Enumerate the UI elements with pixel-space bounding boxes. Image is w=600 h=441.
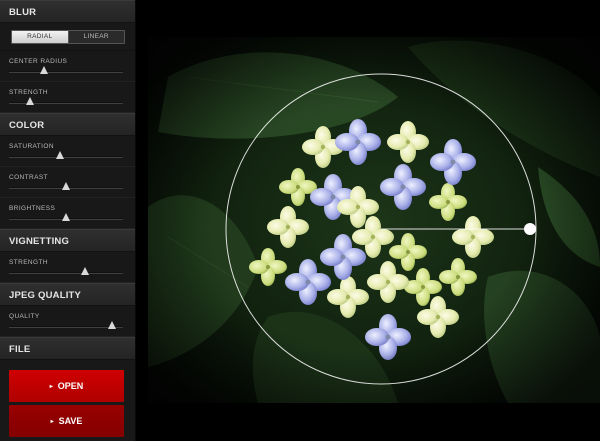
- save-arrow-icon: ▸: [50, 419, 54, 425]
- file-section-title: FILE: [0, 337, 135, 360]
- jpeg-quality-section: QUALITY: [0, 306, 135, 337]
- blur-mode-toggle[interactable]: RADIAL LINEAR: [11, 30, 125, 44]
- blur-strength-slider[interactable]: [9, 97, 123, 105]
- vignetting-strength-label: STRENGTH: [9, 259, 48, 266]
- quality-slider[interactable]: [9, 321, 123, 329]
- open-arrow-icon: ▸: [49, 384, 53, 390]
- saturation-control: SATURATION: [0, 136, 135, 167]
- blur-radius-handle-icon: [524, 223, 536, 235]
- image-canvas: [137, 0, 600, 441]
- file-section: ▸ OPEN ▸ SAVE: [0, 360, 135, 441]
- photo-preview[interactable]: [148, 37, 600, 403]
- jpeg-quality-section-title: JPEG QUALITY: [0, 283, 135, 306]
- vignetting-strength-slider-thumb[interactable]: [81, 267, 90, 275]
- save-button[interactable]: ▸ SAVE: [9, 405, 124, 437]
- saturation-slider[interactable]: [9, 151, 123, 159]
- blur-strength-slider-thumb[interactable]: [25, 97, 34, 105]
- brightness-slider-thumb[interactable]: [62, 213, 70, 221]
- open-button[interactable]: ▸ OPEN: [9, 370, 124, 402]
- center-radius-slider-thumb[interactable]: [40, 66, 49, 74]
- vignetting-section-title: VIGNETTING: [0, 229, 135, 252]
- saturation-slider-thumb[interactable]: [56, 151, 65, 159]
- hydrangea-photo-image: [148, 37, 600, 403]
- contrast-label: CONTRAST: [9, 174, 48, 181]
- saturation-label: SATURATION: [9, 143, 54, 150]
- color-section-title: COLOR: [0, 113, 135, 136]
- brightness-label: BRIGHTNESS: [9, 205, 56, 212]
- control-sidebar: BLUR RADIAL LINEAR CENTER RADIUS STRENGT…: [0, 0, 136, 441]
- blur-mode-row: RADIAL LINEAR: [0, 23, 135, 51]
- brightness-control: BRIGHTNESS: [0, 198, 135, 229]
- center-radius-label: CENTER RADIUS: [9, 58, 68, 65]
- contrast-control: CONTRAST: [0, 167, 135, 198]
- blur-section: RADIAL LINEAR CENTER RADIUS STRENGTH: [0, 23, 135, 113]
- center-radius-slider[interactable]: [9, 66, 123, 74]
- color-section: SATURATION CONTRAST BRIGHTNESS: [0, 136, 135, 229]
- linear-mode-button[interactable]: LINEAR: [67, 31, 124, 43]
- contrast-slider[interactable]: [9, 182, 123, 190]
- open-button-label: OPEN: [57, 381, 84, 391]
- quality-control: QUALITY: [0, 306, 135, 337]
- vignetting-strength-slider[interactable]: [9, 267, 123, 275]
- vignetting-section: STRENGTH: [0, 252, 135, 283]
- save-button-label: SAVE: [58, 416, 83, 426]
- quality-slider-thumb[interactable]: [107, 321, 116, 329]
- vignetting-strength-control: STRENGTH: [0, 252, 135, 283]
- center-radius-control: CENTER RADIUS: [0, 51, 135, 82]
- blur-strength-label: STRENGTH: [9, 89, 48, 96]
- brightness-slider[interactable]: [9, 213, 123, 221]
- quality-label: QUALITY: [9, 313, 40, 320]
- blur-strength-control: STRENGTH: [0, 82, 135, 113]
- contrast-slider-thumb[interactable]: [62, 182, 70, 190]
- blur-section-title: BLUR: [0, 0, 135, 23]
- radial-mode-button[interactable]: RADIAL: [12, 31, 68, 43]
